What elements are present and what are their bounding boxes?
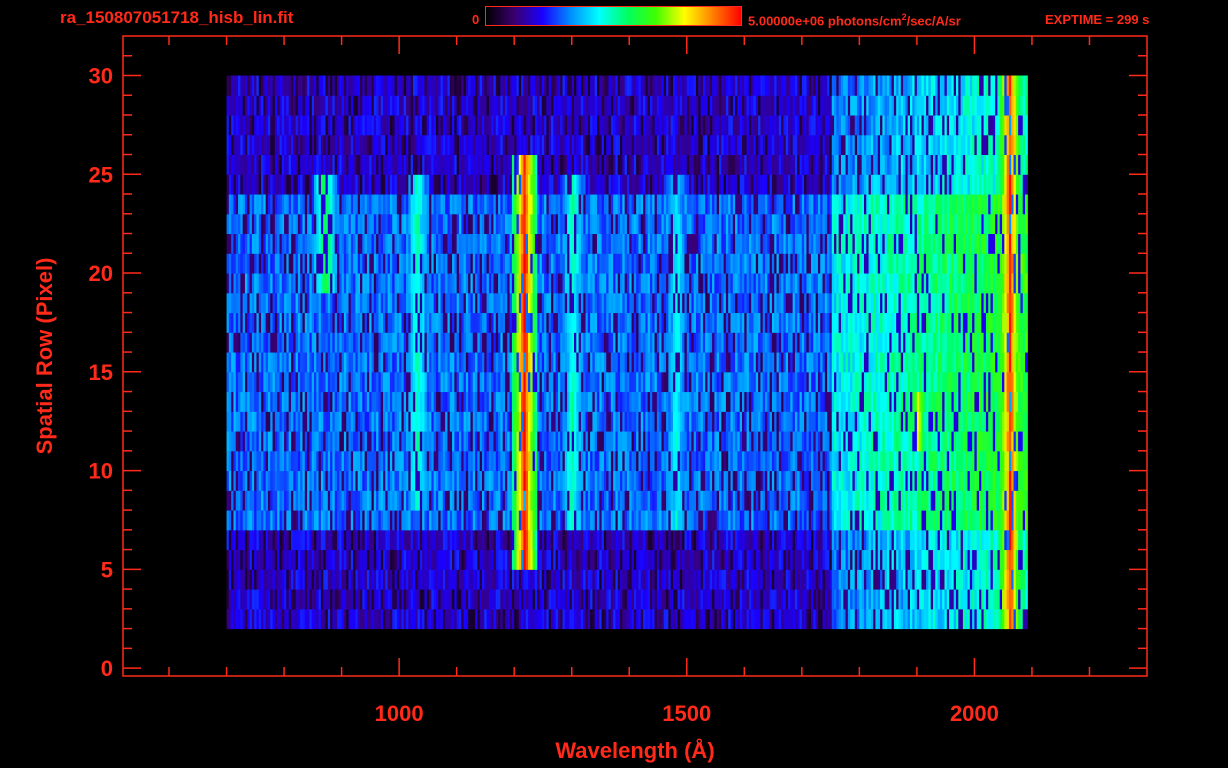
heatmap-cell [1025, 608, 1028, 630]
heatmap-cell [1025, 529, 1028, 551]
heatmap-cell [1025, 450, 1028, 472]
heatmap-cell [1025, 490, 1028, 511]
spectrum-heatmap-chart: 1000 1500 2000051015202530 Wavelength (Å) … [32, 35, 1148, 763]
heatmap-cell [1025, 352, 1028, 373]
heatmap-cell [1025, 470, 1028, 491]
heatmap-cell [1025, 431, 1028, 452]
heatmap-cell [1025, 589, 1028, 610]
heatmap-cell [1025, 569, 1028, 590]
heatmap-cell [1025, 411, 1028, 432]
heatmap-cell [1025, 391, 1028, 412]
heatmap-cells [226, 75, 1028, 630]
heatmap-cell [1025, 371, 1028, 393]
heatmap-cell [1025, 510, 1028, 531]
heatmap-cell [1025, 549, 1028, 570]
